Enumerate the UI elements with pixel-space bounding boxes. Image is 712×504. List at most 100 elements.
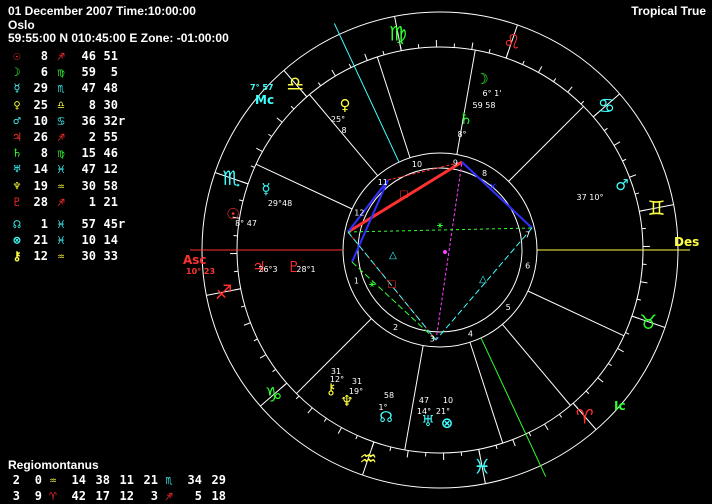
house-cusp-line — [509, 106, 584, 181]
house-cusp-line — [502, 324, 570, 405]
degree-tick — [254, 339, 258, 341]
aspect-symbol-icon: ✕ — [489, 182, 497, 193]
degree-tick — [296, 396, 299, 399]
planet-degree-label: 14° — [417, 407, 431, 416]
aspect-line-square — [388, 162, 462, 180]
part-of-fortune-icon: ⊗ — [441, 414, 454, 432]
aspect-symbol-icon: ⚹ — [369, 279, 375, 290]
degree-tick — [356, 435, 358, 439]
house-number: 2 — [393, 323, 398, 332]
degree-tick — [239, 200, 243, 201]
planet-degree-label: 8° — [457, 130, 466, 139]
zodiac-sign-icon: ♐ — [215, 280, 233, 304]
degree-tick — [568, 87, 572, 92]
house-number: 11 — [378, 178, 388, 187]
degree-tick — [308, 408, 312, 413]
degree-tick — [332, 70, 336, 76]
degree-tick — [604, 128, 607, 130]
degree-tick — [496, 445, 497, 449]
degree-tick — [545, 424, 549, 430]
degree-tick — [618, 348, 624, 351]
degree-tick — [635, 193, 639, 194]
chart-wheel: ☐⚹☐△△✕⚹ ♍♌♋♊♉♈♓♒♑♐♏♎123456789101112Asc10… — [0, 0, 712, 503]
degree-tick — [338, 428, 341, 434]
house-cusp-line — [377, 57, 410, 158]
house-number: 6 — [525, 261, 530, 270]
aspect-lines: ☐⚹☐△△✕⚹ — [348, 162, 532, 340]
degree-tick — [489, 49, 490, 53]
house-cusp-line — [528, 291, 624, 336]
aspect-symbol-icon: △ — [479, 274, 487, 285]
aspect-symbol-icon: △ — [389, 250, 397, 261]
degree-tick — [598, 378, 603, 382]
degree-tick — [630, 175, 637, 178]
planet-minute-label: 58 — [384, 391, 394, 400]
planet-degree-label: 8° 47 — [235, 219, 257, 228]
planet-minute-label: 10 — [443, 396, 453, 405]
zodiac-sign-icon: ♍ — [389, 22, 407, 46]
degree-tick — [291, 106, 294, 109]
planet-minute-label: 31 — [331, 367, 341, 376]
saturn-icon: ♄ — [459, 110, 472, 128]
degree-tick — [637, 299, 641, 300]
degree-tick — [625, 333, 629, 335]
zodiac-sign-icon: ♊ — [647, 196, 665, 220]
zodiac-sign-icon: ♈ — [576, 404, 594, 428]
degree-tick — [614, 142, 620, 146]
degree-tick — [472, 43, 473, 50]
degree-tick — [586, 391, 589, 394]
degree-tick — [538, 66, 541, 72]
zodiac-sign-icon: ♎ — [286, 72, 304, 96]
zodiac-sign-icon: ♋ — [597, 93, 615, 117]
planet-minute-label: 31 — [352, 377, 362, 386]
planet-degree-label: 37 10° — [577, 193, 604, 202]
degree-tick — [273, 369, 276, 371]
mc-label: Mc — [255, 93, 274, 107]
degree-tick — [318, 83, 320, 86]
planet-degree-label: 12° — [330, 375, 344, 384]
moon-icon: ☽ — [475, 70, 488, 88]
degree-tick — [608, 364, 611, 366]
degree-tick — [513, 440, 516, 447]
house-number: 7 — [525, 231, 530, 240]
asc-label: Asc — [183, 253, 207, 267]
degree-tick — [559, 414, 561, 417]
zodiac-sign-icon: ♒ — [359, 446, 377, 470]
zodiac-sign-icon: ♌ — [503, 30, 521, 54]
asc-degree: 10° 23 — [186, 267, 215, 276]
degree-tick — [554, 78, 556, 81]
planet-degree-label: 29°48 — [268, 199, 292, 208]
house-number: 8 — [482, 169, 487, 178]
zodiac-sign-icon: ♏ — [223, 166, 241, 190]
degree-tick — [523, 61, 525, 65]
degree-tick — [324, 418, 326, 421]
mars-icon: ♂ — [615, 176, 628, 194]
aspect-symbol-icon: ☐ — [388, 280, 397, 291]
degree-tick — [581, 101, 584, 104]
house-number: 10 — [412, 160, 422, 169]
house-number: 3 — [430, 335, 435, 344]
degree-tick — [256, 148, 262, 151]
degree-tick — [241, 306, 245, 307]
des-label: Des — [674, 235, 699, 249]
degree-tick — [277, 118, 282, 122]
planet-minute-label: 47 — [419, 396, 429, 405]
aspect-node — [443, 250, 447, 254]
planet-minute-label: 59 58 — [473, 101, 496, 110]
house-number: 12 — [354, 208, 364, 217]
house-number: 5 — [506, 303, 511, 312]
planet-degree-label: 28°1 — [296, 265, 315, 274]
planet-degree-label: 26°3 — [258, 265, 277, 274]
degree-tick — [390, 447, 391, 451]
house-cusp-line — [470, 342, 503, 443]
degree-tick — [641, 282, 648, 283]
planet-minute-label: 8 — [341, 126, 346, 135]
degree-tick — [622, 159, 626, 161]
zodiac-sign-icon: ♑ — [265, 383, 283, 407]
zodiac-sign-icon: ♓ — [473, 454, 491, 478]
planet-degree-label: 25° — [331, 115, 345, 124]
degree-tick — [244, 323, 251, 326]
degree-tick — [251, 166, 255, 168]
aspect-symbol-icon: ⚹ — [437, 220, 443, 231]
degree-tick — [260, 355, 266, 359]
